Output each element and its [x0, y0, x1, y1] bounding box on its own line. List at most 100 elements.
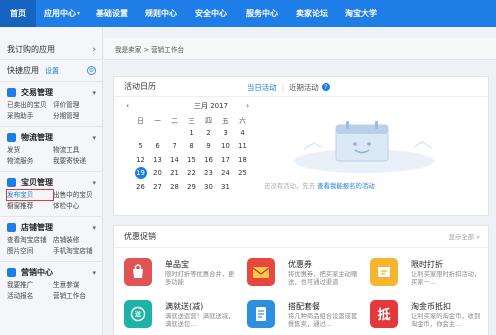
calendar-day-today[interactable]: 19	[134, 167, 147, 180]
my-apps-header[interactable]: 我订购的应用 ›	[0, 40, 102, 60]
empty-text: 还没有活动，先去	[264, 182, 316, 190]
nav-tab-rules[interactable]: 规则中心	[136, 0, 186, 27]
calendar-day[interactable]: 18	[234, 156, 251, 164]
calendar-day[interactable]: 20	[149, 169, 166, 177]
view-available-activities-link[interactable]: 查看我能报名的活动	[317, 182, 375, 190]
section-header[interactable]: 宝贝管理 ▾	[7, 176, 96, 189]
promo-tile-bundle[interactable]: 搭配套餐 将几种商品组合设置成套餐售卖，通过...	[247, 300, 365, 335]
trade-icon	[7, 88, 16, 97]
calendar-day[interactable]: 8	[183, 142, 200, 150]
box-icon	[7, 178, 16, 187]
tab-today-activities[interactable]: 当日活动	[247, 82, 277, 93]
calendar-day[interactable]: 11	[234, 142, 251, 150]
calendar-day[interactable]: 13	[149, 156, 166, 164]
section-header[interactable]: 交易管理 ▾	[7, 86, 96, 99]
promo-tile-coin-deduction[interactable]: 抵 淘金币抵扣 让利买家的淘金币，收到淘金币，你会主...	[370, 300, 488, 335]
help-icon[interactable]: ?	[321, 83, 330, 91]
calendar-day[interactable]: 7	[166, 142, 183, 150]
sidebar-link[interactable]: 出售中的宝贝	[53, 190, 99, 200]
settings-icon[interactable]: ⚙	[87, 66, 96, 75]
nav-tab-security[interactable]: 安全中心	[186, 0, 236, 27]
section-header[interactable]: 营销中心 ▾	[7, 266, 96, 279]
my-apps-label: 我订购的应用	[7, 45, 55, 54]
nav-tab-home[interactable]: 首页	[0, 0, 36, 27]
section-header[interactable]: 物流管理 ▾	[7, 131, 96, 144]
nav-tab-label: 规则中心	[145, 9, 177, 18]
calendar-day[interactable]: 4	[234, 129, 251, 137]
promo-tile-coupon[interactable]: 优惠券 将优惠券，把买家主动赠送，也可通过渠道	[247, 258, 365, 298]
sidebar-link[interactable]: 评价管理	[53, 100, 99, 110]
calendar-day[interactable]: 2	[200, 129, 217, 137]
tab-recent-activities[interactable]: 近期活动	[289, 82, 319, 93]
calendar-day[interactable]: 31	[217, 183, 234, 191]
promo-tile-flash-discount[interactable]: 限时打折 让利买家限时折扣活动，买家一...	[370, 258, 488, 298]
calendar-day[interactable]: 12	[132, 156, 149, 164]
calendar-day[interactable]: 14	[166, 156, 183, 164]
sidebar-link[interactable]: 图片空间	[7, 246, 53, 256]
promo-desc: 将优惠券，把买家主动赠送，也可通过渠道	[288, 271, 358, 286]
promo-tile-spend-reward[interactable]: 送 满就送(减) 满就送运营！满就送减，满就送包...	[124, 300, 242, 335]
calendar-day[interactable]: 10	[217, 142, 234, 150]
chevron-down-icon: ▾	[92, 268, 96, 277]
calendar-week-row: 5 6 7 8 9 10 11	[132, 140, 252, 153]
calendar-day[interactable]: 3	[217, 129, 234, 137]
sidebar: 我订购的应用 › 快捷应用 设置 ⚙ 交易管理 ▾ 已卖出的宝贝 评价管理 采购助…	[0, 27, 103, 335]
calendar-day[interactable]: 21	[166, 169, 183, 177]
sidebar-link[interactable]: 采购助手	[7, 111, 53, 121]
calendar-day[interactable]: 29	[183, 183, 200, 191]
promotions-panel: 优惠促销 显示全部 » 单品宝 限时打折等优惠合并，更多功能 优惠券 将优惠券，…	[113, 225, 489, 335]
section-title: 宝贝管理	[21, 178, 53, 187]
top-nav: 首页 应用中心 ▾ 基础设置 规则中心 安全中心 服务中心 卖家论坛 淘宝大学	[0, 0, 496, 27]
calendar-day[interactable]: 16	[200, 156, 217, 164]
sidebar-link[interactable]: 物流工具	[53, 145, 99, 155]
calendar-day[interactable]: 24	[217, 169, 234, 177]
quick-apps-settings-link[interactable]: 设置	[45, 66, 59, 76]
sidebar-link[interactable]: 活动报名	[7, 291, 53, 301]
calendar-day[interactable]: 15	[183, 156, 200, 164]
tab-divider: |	[281, 82, 285, 92]
publish-item-link[interactable]: 发布宝贝	[6, 189, 54, 201]
chevron-left-icon[interactable]: ‹	[126, 101, 129, 110]
calendar-day[interactable]: 30	[200, 183, 217, 191]
nav-tab-app-center[interactable]: 应用中心 ▾	[36, 0, 88, 27]
chevron-down-icon: ▾	[92, 88, 96, 97]
calendar-day[interactable]: 9	[200, 142, 217, 150]
nav-tab-university[interactable]: 淘宝大学	[336, 0, 386, 27]
sidebar-link[interactable]: 分期管理	[53, 111, 99, 121]
calendar-day[interactable]: 17	[217, 156, 234, 164]
section-header[interactable]: 店铺管理 ▾	[7, 221, 96, 234]
calendar-day[interactable]: 23	[200, 169, 217, 177]
empty-calendar-illustration	[264, 109, 464, 179]
sidebar-link[interactable]: 体检中心	[53, 201, 99, 211]
promo-desc: 满就送运营！满就送减，满就送包...	[165, 313, 235, 328]
sidebar-link[interactable]: 营销工作台	[53, 291, 99, 301]
promo-desc: 让利买家的淘金币，收到淘金币，你会主...	[411, 313, 481, 328]
sidebar-link[interactable]: 已卖出的宝贝	[7, 100, 53, 110]
show-all-link[interactable]: 显示全部 »	[448, 232, 480, 241]
sidebar-link[interactable]: 查看淘宝店铺	[7, 235, 53, 245]
calendar-day[interactable]: 1	[183, 129, 200, 137]
sidebar-link[interactable]: 橱窗推荐	[7, 201, 53, 211]
sidebar-link[interactable]: 物流服务	[7, 156, 53, 166]
nav-tab-forum[interactable]: 卖家论坛	[288, 0, 336, 27]
calendar-day[interactable]: 27	[149, 183, 166, 191]
chevron-right-icon[interactable]: ›	[246, 101, 249, 110]
sidebar-link[interactable]: 生意参谋	[53, 280, 99, 290]
sidebar-section-trade: 交易管理 ▾ 已卖出的宝贝 评价管理 采购助手 分期管理	[0, 82, 102, 127]
nav-tab-basic-settings[interactable]: 基础设置	[88, 0, 136, 27]
sidebar-link[interactable]: 我要推广	[7, 280, 53, 290]
svg-text:抵: 抵	[377, 307, 390, 323]
envelope-icon	[247, 258, 275, 286]
calendar-day[interactable]: 26	[132, 183, 149, 191]
nav-tab-service[interactable]: 服务中心	[236, 0, 288, 27]
sidebar-link[interactable]: 手机淘宝店铺	[53, 246, 99, 256]
calendar-day[interactable]: 28	[166, 183, 183, 191]
promo-tile-single-item[interactable]: 单品宝 限时打折等优惠合并，更多功能	[124, 258, 242, 298]
calendar-day[interactable]: 25	[234, 169, 251, 177]
calendar-day[interactable]: 22	[183, 169, 200, 177]
calendar-day[interactable]: 6	[149, 142, 166, 150]
sidebar-link[interactable]: 店铺装修	[53, 235, 99, 245]
sidebar-link[interactable]: 我要寄快递	[53, 156, 99, 166]
calendar-day[interactable]: 5	[132, 142, 149, 150]
sidebar-link[interactable]: 发货	[7, 145, 53, 155]
